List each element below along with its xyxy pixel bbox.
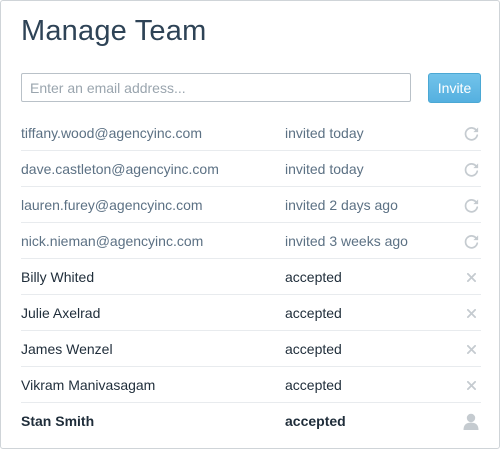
team-member-list: tiffany.wood@agencyinc.com invited today d… (21, 115, 481, 439)
email-input[interactable] (21, 73, 411, 102)
remove-icon[interactable] (461, 331, 481, 367)
remove-icon[interactable] (461, 259, 481, 295)
page-title: Manage Team (21, 15, 207, 47)
team-member-row: Billy Whited accepted (21, 259, 481, 295)
team-member-row: dave.castleton@agencyinc.com invited toda… (21, 151, 481, 187)
resend-icon[interactable] (461, 187, 481, 223)
member-name: lauren.furey@agencyinc.com (21, 197, 203, 213)
member-status: accepted (285, 377, 342, 393)
team-member-row: tiffany.wood@agencyinc.com invited today (21, 115, 481, 151)
member-name: tiffany.wood@agencyinc.com (21, 125, 203, 141)
team-member-row: lauren.furey@agencyinc.com invited 2 days… (21, 187, 481, 223)
remove-icon[interactable] (461, 295, 481, 331)
member-name: Stan Smith (21, 413, 95, 429)
team-member-row: James Wenzel accepted (21, 331, 481, 367)
invite-button[interactable]: Invite (428, 73, 481, 103)
resend-icon[interactable] (461, 223, 481, 259)
member-status: invited today (285, 161, 364, 177)
team-member-row: Julie Axelrad accepted (21, 295, 481, 331)
user-icon (461, 403, 481, 439)
member-status: invited 3 weeks ago (285, 233, 408, 249)
member-name: James Wenzel (21, 341, 113, 357)
member-name: nick.nieman@agencyinc.com (21, 233, 204, 249)
manage-team-panel: Manage Team Invite tiffany.wood@agencyin… (0, 0, 500, 449)
resend-icon[interactable] (461, 115, 481, 151)
member-status: accepted (285, 413, 346, 429)
member-status: accepted (285, 269, 342, 285)
member-name: dave.castleton@agencyinc.com (21, 161, 219, 177)
member-name: Vikram Manivasagam (21, 377, 156, 393)
resend-icon[interactable] (461, 151, 481, 187)
member-status: accepted (285, 341, 342, 357)
member-name: Billy Whited (21, 269, 95, 285)
remove-icon[interactable] (461, 367, 481, 403)
team-member-row: Vikram Manivasagam accepted (21, 367, 481, 403)
member-status: invited today (285, 125, 364, 141)
team-member-row: Stan Smith accepted (21, 403, 481, 439)
member-status: accepted (285, 305, 342, 321)
member-name: Julie Axelrad (21, 305, 101, 321)
member-status: invited 2 days ago (285, 197, 398, 213)
team-member-row: nick.nieman@agencyinc.com invited 3 weeks… (21, 223, 481, 259)
